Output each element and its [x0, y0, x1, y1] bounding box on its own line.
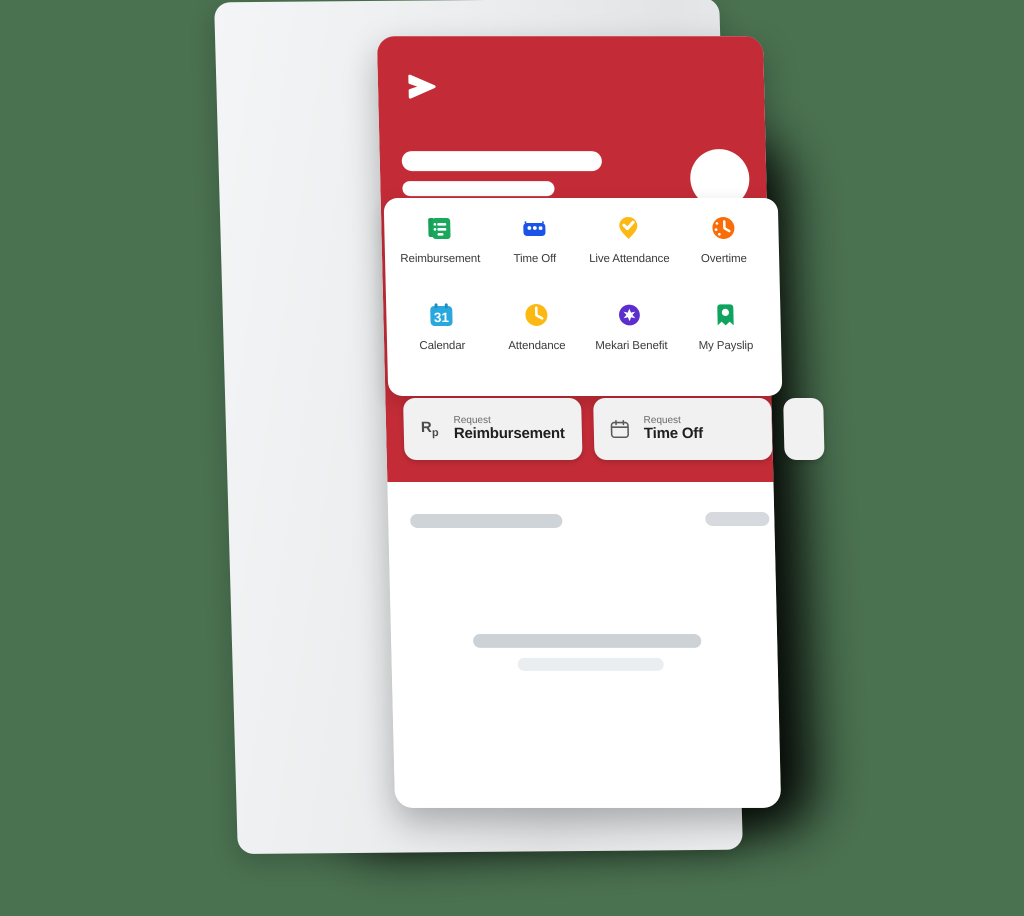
- quick-menu-grid-panel: Reimbursement Time Off Live Attendance O…: [383, 198, 783, 396]
- benefit-star-icon: [614, 299, 647, 331]
- menu-item-mekari-benefit[interactable]: Mekari Benefit: [583, 299, 680, 386]
- menu-item-label: Overtime: [700, 253, 747, 266]
- quick-action-title: Time Off: [643, 425, 704, 443]
- menu-item-label: Time Off: [513, 253, 557, 266]
- clock-icon: [520, 299, 553, 331]
- menu-item-attendance[interactable]: Attendance: [489, 299, 586, 386]
- menu-item-my-payslip[interactable]: My Payslip: [678, 299, 775, 386]
- menu-item-calendar[interactable]: 31 Calendar: [394, 299, 491, 386]
- body-skeleton-row: [517, 657, 664, 671]
- rupiah-icon: Rp: [420, 419, 439, 439]
- menu-item-label: Reimbursement: [400, 253, 481, 266]
- body-skeleton-row: [705, 511, 770, 526]
- menu-item-label: Attendance: [508, 339, 566, 352]
- quick-action-request-reimbursement[interactable]: Rp Request Reimbursement: [403, 398, 583, 460]
- calendar-icon: [608, 417, 633, 441]
- menu-item-live-attendance[interactable]: Live Attendance: [581, 212, 678, 299]
- quick-action-partial-next[interactable]: [783, 398, 825, 460]
- body-skeleton-row: [472, 633, 702, 648]
- menu-item-label: Live Attendance: [589, 253, 670, 266]
- menu-item-reimbursement[interactable]: Reimbursement: [392, 212, 489, 299]
- menu-item-overtime[interactable]: Overtime: [676, 212, 773, 299]
- clock-dots-icon: [707, 212, 740, 244]
- svg-text:31: 31: [434, 310, 450, 325]
- user-name-skeleton: [401, 151, 603, 172]
- location-pin-check-icon: [612, 212, 645, 244]
- suitcase-icon: [518, 212, 551, 244]
- quick-action-row: Rp Request Reimbursement Request Time Of…: [385, 398, 825, 476]
- mekari-talenta-chevron-logo-icon: [400, 64, 447, 110]
- menu-item-time-off[interactable]: Time Off: [486, 212, 583, 299]
- quick-action-title: Reimbursement: [453, 425, 565, 443]
- menu-item-label: Calendar: [419, 339, 466, 352]
- calendar-31-icon: 31: [425, 299, 458, 331]
- user-role-skeleton: [402, 181, 555, 197]
- screenshot-stage: Reimbursement Time Off Live Attendance O…: [0, 0, 1024, 916]
- receipt-document-icon: [423, 212, 456, 244]
- menu-item-label: My Payslip: [698, 339, 754, 352]
- payslip-bookmark-icon: [709, 299, 742, 331]
- app-body: [387, 481, 782, 808]
- menu-item-label: Mekari Benefit: [595, 339, 668, 352]
- body-skeleton-row: [410, 513, 563, 528]
- quick-action-request-time-off[interactable]: Request Time Off: [593, 398, 773, 460]
